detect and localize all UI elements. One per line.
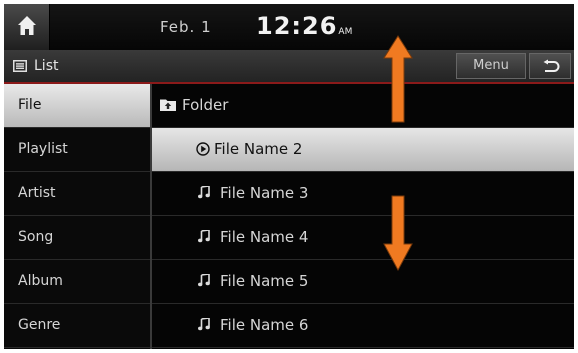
arrow-down-icon bbox=[383, 195, 413, 272]
home-icon bbox=[18, 16, 36, 35]
page-title: List bbox=[34, 58, 59, 74]
file-label: File Name 4 bbox=[220, 228, 309, 246]
category-file[interactable]: File bbox=[4, 84, 150, 128]
file-row[interactable]: File Name 5 bbox=[152, 260, 574, 304]
time-text: 12:26 bbox=[256, 12, 338, 40]
category-artist[interactable]: Artist bbox=[4, 172, 150, 216]
back-icon bbox=[543, 59, 560, 72]
file-label: File Name 5 bbox=[220, 272, 309, 290]
scroll-arrows bbox=[383, 35, 413, 272]
file-row[interactable]: File Name 3 bbox=[152, 172, 574, 216]
file-row[interactable]: File Name 2 bbox=[152, 128, 574, 172]
music-note-icon bbox=[198, 304, 214, 347]
title-bar: List Menu bbox=[4, 50, 574, 84]
clock: 12:26AM bbox=[256, 12, 352, 40]
file-label: File Name 2 bbox=[214, 140, 303, 158]
folder-row[interactable]: Folder bbox=[152, 84, 574, 128]
status-bar: Feb. 1 12:26AM bbox=[4, 4, 574, 50]
category-playlist[interactable]: Playlist bbox=[4, 128, 150, 172]
file-row[interactable]: File Name 4 bbox=[152, 216, 574, 260]
category-song[interactable]: Song bbox=[4, 216, 150, 260]
category-album[interactable]: Album bbox=[4, 260, 150, 304]
file-label: File Name 3 bbox=[220, 184, 309, 202]
folder-label: Folder bbox=[182, 96, 229, 114]
folder-up-icon bbox=[160, 84, 176, 127]
ampm-text: AM bbox=[338, 27, 353, 37]
screen: Feb. 1 12:26AM List Menu File Playlist A… bbox=[4, 4, 574, 349]
date-text: Feb. 1 bbox=[160, 18, 212, 36]
list-icon bbox=[13, 60, 27, 72]
music-note-icon bbox=[198, 260, 214, 303]
file-label: File Name 6 bbox=[220, 316, 309, 334]
menu-button[interactable]: Menu bbox=[456, 53, 526, 79]
music-note-icon bbox=[198, 172, 214, 215]
music-note-icon bbox=[198, 216, 214, 259]
category-menu: File Playlist Artist Song Album Genre bbox=[4, 84, 152, 349]
file-list: Folder File Name 2 File Name 3 File Name… bbox=[152, 84, 574, 349]
file-row[interactable]: File Name 6 bbox=[152, 304, 574, 348]
play-circle-icon bbox=[196, 128, 212, 171]
category-genre[interactable]: Genre bbox=[4, 304, 150, 348]
arrow-up-icon bbox=[383, 35, 413, 123]
home-button[interactable] bbox=[4, 4, 50, 50]
back-button[interactable] bbox=[529, 53, 571, 79]
